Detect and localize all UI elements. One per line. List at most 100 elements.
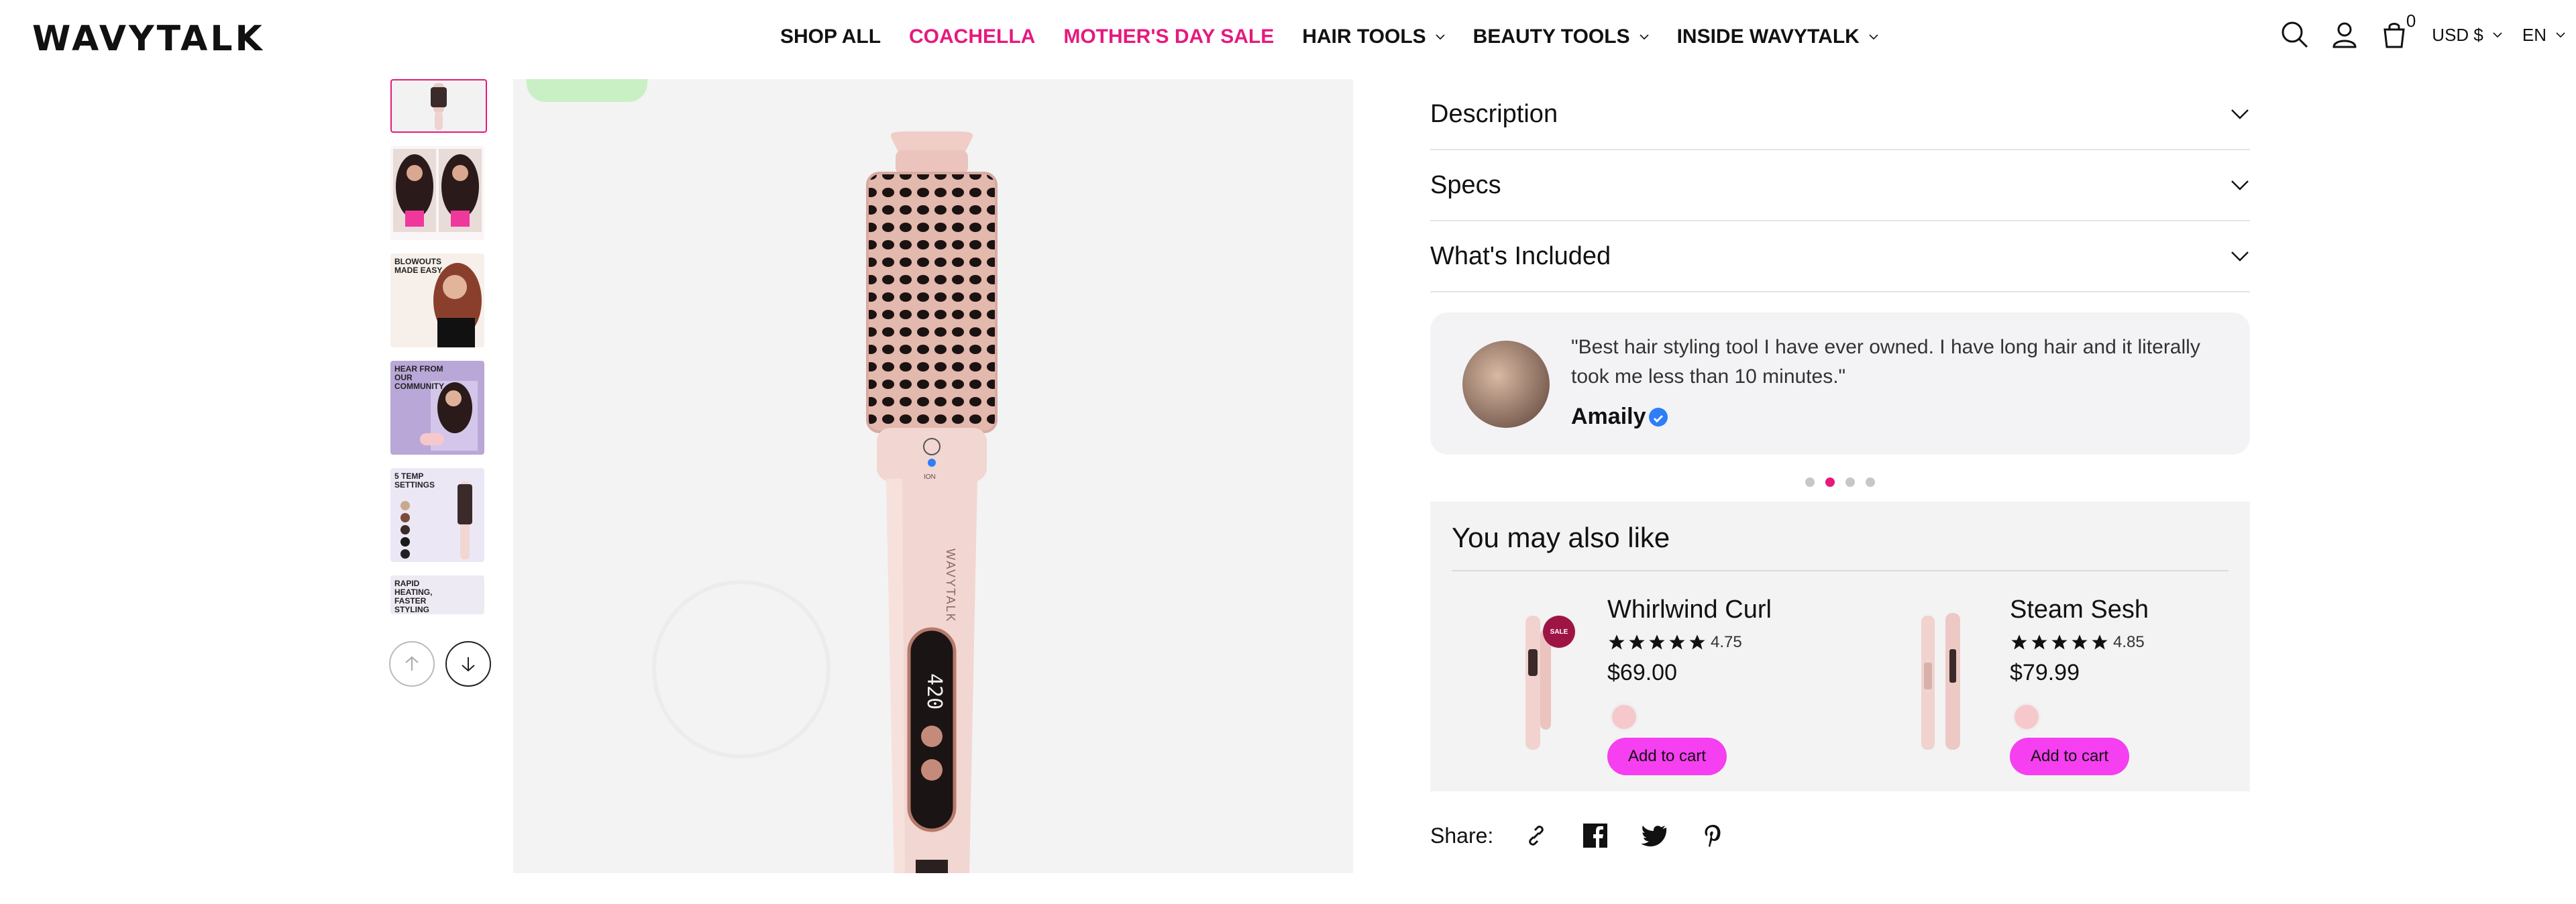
nav-mothers-day-sale[interactable]: MOTHER'S DAY SALE (1063, 25, 1274, 48)
product-badge (527, 79, 647, 102)
cart-button[interactable]: 0 (2377, 11, 2416, 52)
color-swatch[interactable] (1610, 703, 1638, 731)
cart-count: 0 (2406, 11, 2416, 31)
thumbnail-hear-from-community[interactable]: HEAR FROM OUR COMMUNITY (390, 361, 484, 455)
currency-selector[interactable]: USD $ (2432, 25, 2502, 46)
thumbnail-down-button[interactable] (445, 641, 491, 687)
you-may-also-like: You may also like SALE Whirlwind Curl 4.… (1430, 502, 2250, 791)
twitter-icon[interactable] (1638, 820, 1670, 852)
account-icon[interactable] (2327, 17, 2362, 52)
section-title: You may also like (1452, 522, 1670, 553)
review-carousel-dots (1430, 477, 2250, 487)
nav-beauty-tools[interactable]: BEAUTY TOOLS (1473, 25, 1649, 48)
chevron-down-icon (2231, 251, 2249, 262)
ion-label: ION (924, 473, 936, 481)
accordion-whats-included[interactable]: What's Included (1430, 221, 2250, 292)
chevron-down-icon (2556, 32, 2565, 38)
thumbnail-product-front[interactable] (390, 79, 487, 133)
verified-icon (1648, 407, 1668, 427)
star-icon (1689, 634, 1705, 650)
product-name[interactable]: Whirlwind Curl (1607, 596, 1772, 624)
nav-label: INSIDE WAVYTALK (1676, 25, 1860, 48)
thumbnail-temp-settings[interactable]: 5 TEMP SETTINGS (390, 468, 484, 562)
thumbnail-label: 5 TEMP SETTINGS (394, 471, 435, 490)
nav-label: COACHELLA (909, 25, 1036, 48)
arrow-up-icon (405, 656, 419, 671)
rating-value: 4.85 (2113, 633, 2145, 651)
styler-thumbnail-image (431, 83, 447, 130)
header-actions: 0 USD $ EN (2263, 11, 2565, 52)
share-bar: Share: (1430, 820, 2250, 852)
product-rating: 4.75 (1607, 633, 1742, 652)
chevron-down-icon (1640, 34, 1649, 40)
link-icon[interactable] (1520, 820, 1552, 852)
rating-value: 4.75 (1711, 633, 1742, 651)
chevron-down-icon (2231, 180, 2249, 190)
carousel-dot-active[interactable] (1825, 477, 1835, 487)
sale-badge: SALE (1543, 616, 1575, 648)
thumbnail-rapid-heating[interactable]: RAPID HEATING, FASTER STYLING (390, 575, 484, 614)
thumbnail-up-button[interactable] (389, 641, 435, 687)
accordion-specs[interactable]: Specs (1430, 150, 2250, 221)
star-icon (1629, 634, 1645, 650)
product-card-steam-sesh: Steam Sesh 4.85 $79.99 Add to cart (1854, 596, 2203, 777)
main-product-image[interactable]: WAVYTALK 420 ION (513, 79, 1353, 873)
color-swatch[interactable] (2012, 703, 2041, 731)
add-to-cart-button[interactable]: Add to cart (1607, 738, 1727, 775)
nav-coachella[interactable]: COACHELLA (909, 25, 1035, 48)
review-author: Amaily (1571, 404, 1668, 430)
product-name[interactable]: Steam Sesh (2010, 596, 2149, 624)
add-to-cart-button[interactable]: Add to cart (2010, 738, 2129, 775)
pinterest-icon[interactable] (1697, 820, 1729, 852)
thumbnail-strip: BLOWOUTS MADE EASY HEAR FROM OUR COMMUNI… (390, 79, 488, 628)
thumbnail-blowouts-made-easy[interactable]: BLOWOUTS MADE EASY (390, 253, 484, 347)
chevron-down-icon (1869, 34, 1878, 40)
language-label: EN (2522, 24, 2546, 45)
carousel-dot[interactable] (1866, 477, 1875, 487)
accordion-title: Specs (1430, 170, 1501, 199)
temperature-display: 420 (922, 673, 946, 710)
product-price: $79.99 (2010, 660, 2080, 685)
thumbnail-nav (389, 641, 491, 687)
star-icon (2051, 634, 2068, 650)
thermal-brush-image: WAVYTALK 420 ION (652, 131, 998, 873)
review-author-name: Amaily (1571, 404, 1646, 429)
accordion-title: Description (1430, 99, 1558, 128)
review-quote: "Best hair styling tool I have ever owne… (1571, 336, 2200, 388)
nav-label: SHOP ALL (780, 25, 881, 48)
star-icon (1669, 634, 1685, 650)
star-icon (2092, 634, 2108, 650)
accordion-title: What's Included (1430, 241, 1611, 270)
share-label: Share: (1430, 823, 1494, 848)
nav-hair-tools[interactable]: HAIR TOOLS (1302, 25, 1445, 48)
product-details: Description Specs What's Included "Best … (1430, 79, 2250, 852)
facebook-icon[interactable] (1579, 820, 1611, 852)
star-icon (1609, 634, 1625, 650)
product-card-whirlwind-curl: SALE Whirlwind Curl 4.75 $69.00 Add to c… (1452, 596, 1801, 777)
handle-brand-text: WAVYTALK (944, 549, 957, 623)
brand-logo[interactable]: WAVYTALK (32, 19, 265, 59)
divider (1452, 570, 2229, 571)
steam-sesh-image[interactable] (1901, 609, 1982, 756)
search-icon[interactable] (2277, 17, 2312, 52)
main-nav: SHOP ALL COACHELLA MOTHER'S DAY SALE HAI… (780, 25, 1907, 48)
before-after-image (393, 149, 482, 232)
chevron-down-icon (1436, 34, 1445, 40)
nav-label: HAIR TOOLS (1302, 25, 1426, 48)
language-selector[interactable]: EN (2522, 25, 2565, 46)
star-icon (2031, 634, 2047, 650)
site-header: WAVYTALK SHOP ALL COACHELLA MOTHER'S DAY… (0, 0, 2576, 79)
star-icon (2011, 634, 2027, 650)
accordion-description[interactable]: Description (1430, 79, 2250, 150)
nav-shop-all[interactable]: SHOP ALL (780, 25, 881, 48)
arrow-down-icon (462, 657, 475, 672)
star-icon (2072, 634, 2088, 650)
nav-inside-wavytalk[interactable]: INSIDE WAVYTALK (1677, 25, 1878, 48)
nav-label: BEAUTY TOOLS (1472, 25, 1630, 48)
carousel-dot[interactable] (1805, 477, 1815, 487)
carousel-dot[interactable] (1845, 477, 1855, 487)
thumbnail-before-after[interactable] (390, 146, 484, 240)
product-price: $69.00 (1607, 660, 1677, 685)
thumbnail-label: BLOWOUTS MADE EASY (394, 257, 443, 275)
chevron-down-icon (2493, 32, 2502, 38)
